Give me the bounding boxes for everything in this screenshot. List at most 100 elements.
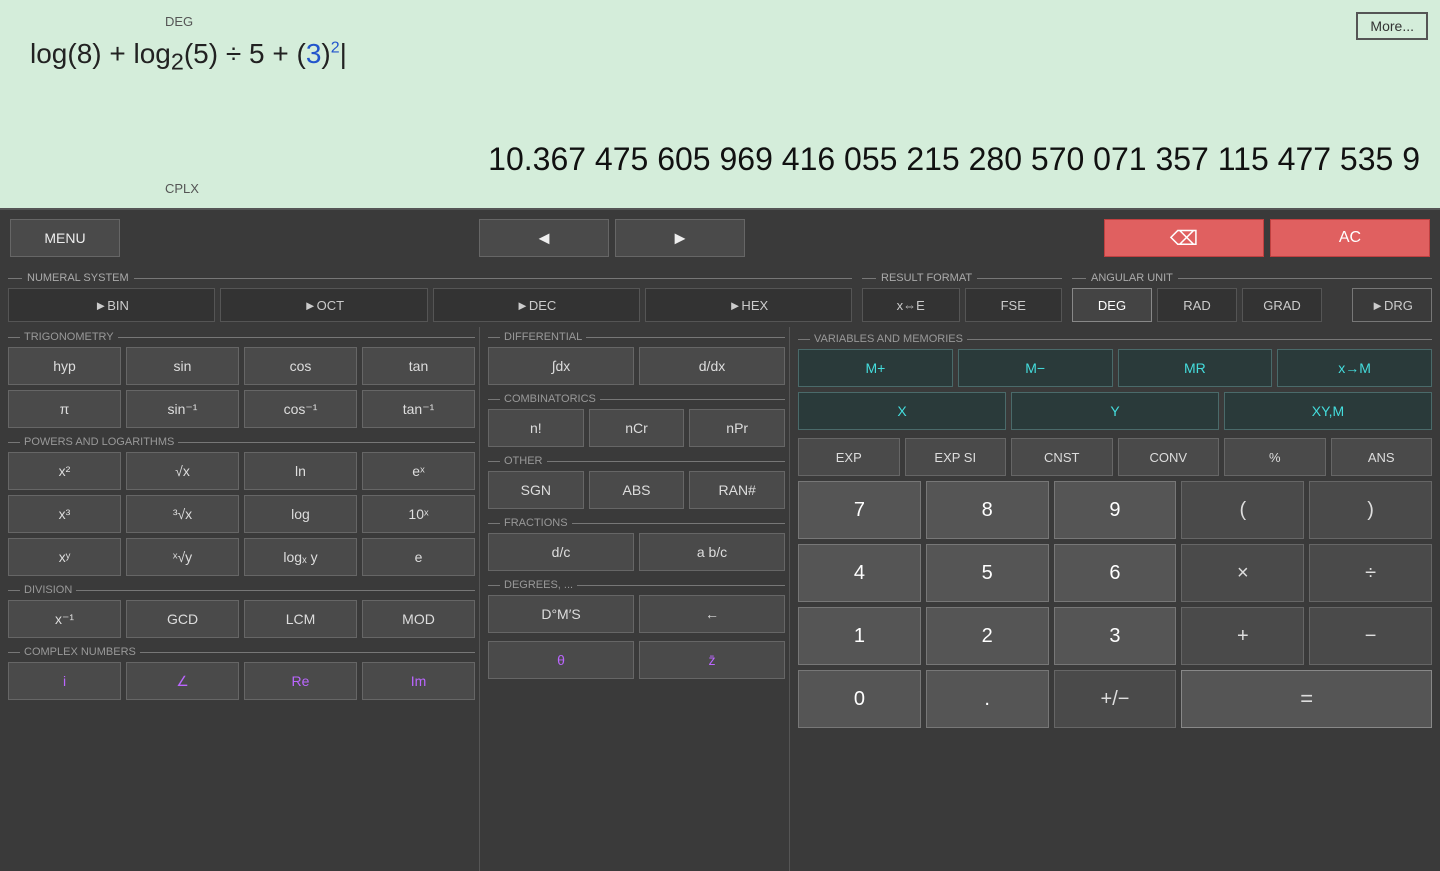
dms-button[interactable]: D°M′S: [488, 595, 634, 633]
dec-button[interactable]: ►DEC: [433, 288, 640, 322]
xym-button[interactable]: XY,M: [1224, 392, 1432, 430]
fse-button[interactable]: FSE: [965, 288, 1063, 322]
middle-column: DIFFERENTIAL ∫dx d/dx COMBINATORICS n! n…: [480, 327, 790, 871]
left-arrow-button[interactable]: ◄: [479, 219, 609, 257]
2-button[interactable]: 2: [926, 607, 1049, 665]
mminus-button[interactable]: M−: [958, 349, 1113, 387]
angle-button[interactable]: ∠: [126, 662, 239, 700]
pct-button[interactable]: %: [1224, 438, 1326, 476]
more-button[interactable]: More...: [1356, 12, 1428, 40]
right-arrow-button[interactable]: ►: [615, 219, 745, 257]
mod-button[interactable]: MOD: [362, 600, 475, 638]
division-header: DIVISION: [8, 584, 475, 596]
sgn-button[interactable]: SGN: [488, 471, 584, 509]
zbar-button[interactable]: z̄: [639, 641, 785, 679]
3-button[interactable]: 3: [1054, 607, 1177, 665]
y-button[interactable]: Y: [1011, 392, 1219, 430]
im-button[interactable]: Im: [362, 662, 475, 700]
powers-header: POWERS AND LOGARITHMS: [8, 436, 475, 448]
pm-button[interactable]: +/−: [1054, 670, 1177, 728]
variables-section: VARIABLES AND MEMORIES M+ M− MR x→M X Y …: [798, 333, 1432, 430]
tan-button[interactable]: tan: [362, 347, 475, 385]
diff-button[interactable]: d/dx: [639, 347, 785, 385]
x-button[interactable]: X: [798, 392, 1006, 430]
expsi-button[interactable]: EXP SI: [905, 438, 1007, 476]
oct-button[interactable]: ►OCT: [220, 288, 427, 322]
exp-button[interactable]: EXP: [798, 438, 900, 476]
xe-button[interactable]: x⇔E: [862, 288, 960, 322]
main-area: TRIGONOMETRY hyp sin cos tan π sin⁻¹ cos…: [0, 327, 1440, 871]
back-button[interactable]: ←: [639, 595, 785, 633]
dot-button[interactable]: .: [926, 670, 1049, 728]
xinv-button[interactable]: x⁻¹: [8, 600, 121, 638]
mplus-button[interactable]: M+: [798, 349, 953, 387]
nfact-button[interactable]: n!: [488, 409, 584, 447]
ex-button[interactable]: eˣ: [362, 452, 475, 490]
trigonometry-header: TRIGONOMETRY: [8, 331, 475, 343]
plus-button[interactable]: +: [1181, 607, 1304, 665]
log-button[interactable]: log: [244, 495, 357, 533]
numeral-system-buttons: ►BIN ►OCT ►DEC ►HEX: [8, 288, 852, 322]
8-button[interactable]: 8: [926, 481, 1049, 539]
grad-button[interactable]: GRAD: [1242, 288, 1322, 322]
rparen-button[interactable]: ): [1309, 481, 1432, 539]
abs-button[interactable]: ABS: [589, 471, 685, 509]
logxy-button[interactable]: logₓ y: [244, 538, 357, 576]
sqrt-button[interactable]: √x: [126, 452, 239, 490]
lcm-button[interactable]: LCM: [244, 600, 357, 638]
e-button[interactable]: e: [362, 538, 475, 576]
theta-button[interactable]: θ: [488, 641, 634, 679]
numpad-top-row: EXP EXP SI CNST CONV % ANS: [798, 438, 1432, 476]
tan-inv-button[interactable]: tan⁻¹: [362, 390, 475, 428]
i-button[interactable]: i: [8, 662, 121, 700]
sin-inv-button[interactable]: sin⁻¹: [126, 390, 239, 428]
mul-button[interactable]: ×: [1181, 544, 1304, 602]
npr-button[interactable]: nPr: [689, 409, 785, 447]
deg-button[interactable]: DEG: [1072, 288, 1152, 322]
xm-button[interactable]: x→M: [1277, 349, 1432, 387]
6-button[interactable]: 6: [1054, 544, 1177, 602]
gcd-button[interactable]: GCD: [126, 600, 239, 638]
x2-button[interactable]: x²: [8, 452, 121, 490]
pi-button[interactable]: π: [8, 390, 121, 428]
ln-button[interactable]: ln: [244, 452, 357, 490]
ncr-button[interactable]: nCr: [589, 409, 685, 447]
4-button[interactable]: 4: [798, 544, 921, 602]
ac-button[interactable]: AC: [1270, 219, 1430, 257]
sin-button[interactable]: sin: [126, 347, 239, 385]
cbrt-button[interactable]: ³√x: [126, 495, 239, 533]
lparen-button[interactable]: (: [1181, 481, 1304, 539]
integral-button[interactable]: ∫dx: [488, 347, 634, 385]
10x-button[interactable]: 10ˣ: [362, 495, 475, 533]
bin-button[interactable]: ►BIN: [8, 288, 215, 322]
7-button[interactable]: 7: [798, 481, 921, 539]
1-button[interactable]: 1: [798, 607, 921, 665]
5-button[interactable]: 5: [926, 544, 1049, 602]
ran-button[interactable]: RAN#: [689, 471, 785, 509]
xrty-button[interactable]: ˣ√y: [126, 538, 239, 576]
hyp-button[interactable]: hyp: [8, 347, 121, 385]
angular-unit-header: ANGULAR UNIT: [1072, 272, 1432, 284]
abdc-button[interactable]: a b/c: [639, 533, 785, 571]
menu-button[interactable]: MENU: [10, 219, 120, 257]
minus-button[interactable]: −: [1309, 607, 1432, 665]
9-button[interactable]: 9: [1054, 481, 1177, 539]
powers-section: POWERS AND LOGARITHMS x² √x ln eˣ x³ ³√x…: [8, 436, 475, 576]
backspace-button[interactable]: ⌫: [1104, 219, 1264, 257]
div-button[interactable]: ÷: [1309, 544, 1432, 602]
drg-button[interactable]: ►DRG: [1352, 288, 1432, 322]
ans-button[interactable]: ANS: [1331, 438, 1433, 476]
cos-inv-button[interactable]: cos⁻¹: [244, 390, 357, 428]
x3-button[interactable]: x³: [8, 495, 121, 533]
rad-button[interactable]: RAD: [1157, 288, 1237, 322]
re-button[interactable]: Re: [244, 662, 357, 700]
0-button[interactable]: 0: [798, 670, 921, 728]
conv-button[interactable]: CONV: [1118, 438, 1220, 476]
hex-button[interactable]: ►HEX: [645, 288, 852, 322]
mr-button[interactable]: MR: [1118, 349, 1273, 387]
cos-button[interactable]: cos: [244, 347, 357, 385]
xy-button[interactable]: xʸ: [8, 538, 121, 576]
eq-button[interactable]: =: [1181, 670, 1432, 728]
cnst-button[interactable]: CNST: [1011, 438, 1113, 476]
dc-button[interactable]: d/c: [488, 533, 634, 571]
